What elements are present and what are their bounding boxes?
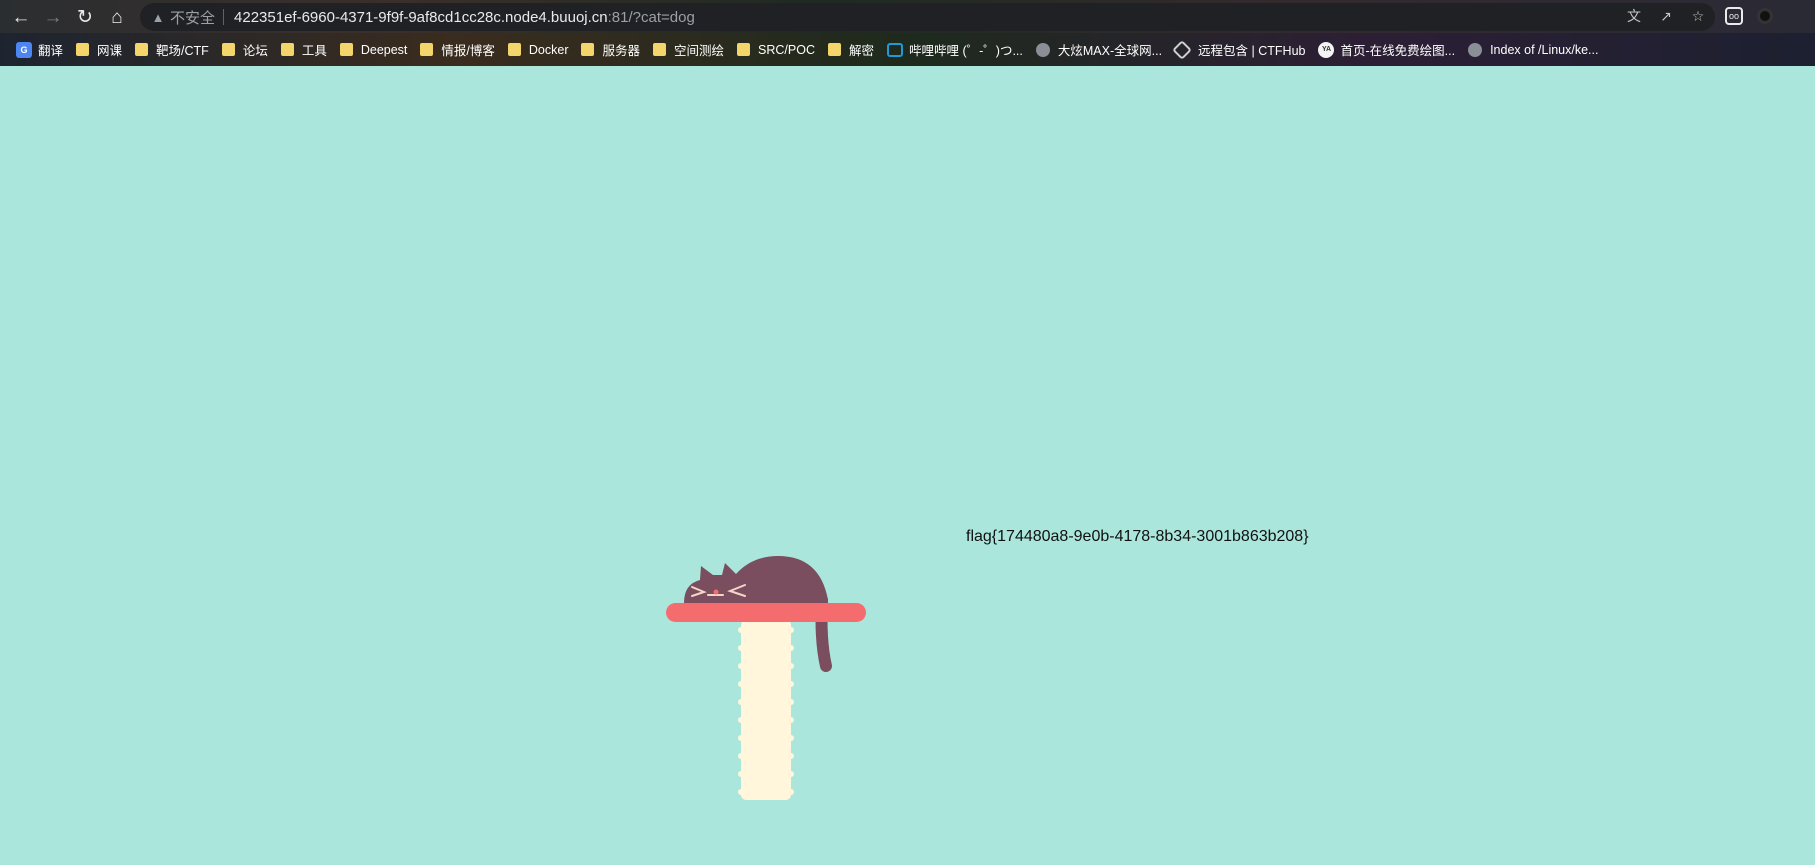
browser-toolbar: ← → ↻ ⌂ ▲ 不安全 422351ef-6960-4371-9f9f-9a…: [0, 0, 1815, 33]
bookmark-linux-index[interactable]: Index of /Linux/ke...: [1464, 38, 1607, 62]
bookmark-label: 空间测绘: [674, 44, 725, 58]
arrow-right-icon: →: [43, 6, 63, 28]
bookmark-label: 论坛: [242, 44, 268, 58]
folder-icon: [280, 43, 294, 56]
cat-body: [684, 556, 828, 604]
bookmark-label: 哔哩哔哩 (゜-゜)つ...: [908, 44, 1023, 58]
bookmark-folder-decrypt[interactable]: 解密: [824, 38, 883, 62]
bookmark-translate[interactable]: G 翻译: [12, 38, 72, 62]
bookmark-label: 情报/博客: [441, 44, 495, 58]
bookmark-ctfhub[interactable]: 远程包含 | CTFHub: [1171, 38, 1314, 62]
cat-nose: [713, 589, 719, 595]
bookmark-label: Index of /Linux/ke...: [1490, 42, 1599, 57]
bookmark-label: 服务器: [602, 44, 640, 58]
bookmark-folder-forum[interactable]: 论坛: [218, 38, 277, 62]
extensions-area: oo: [1725, 5, 1773, 25]
share-icon[interactable]: ↗: [1657, 7, 1675, 25]
bookmark-folder-courses[interactable]: 网课: [72, 38, 131, 62]
warning-icon[interactable]: ▲: [150, 9, 166, 25]
globe-icon: [1468, 42, 1483, 57]
home-icon: ⌂: [111, 6, 123, 28]
home-button[interactable]: ⌂: [105, 5, 129, 29]
bilibili-icon: [886, 42, 903, 57]
bookmark-label: Docker: [528, 42, 569, 57]
bookmark-folder-deepest[interactable]: Deepest: [336, 38, 417, 62]
bookmark-daxuan[interactable]: 大炫MAX-全球网...: [1032, 38, 1171, 62]
bookmark-label: 大炫MAX-全球网...: [1057, 44, 1163, 58]
bookmark-label: 靶场/CTF: [156, 44, 209, 58]
bookmark-folder-tools[interactable]: 工具: [277, 38, 336, 62]
bookmark-label: 工具: [301, 44, 327, 58]
url-host: 422351ef-6960-4371-9f9f-9af8cd1cc28c.nod…: [234, 8, 608, 26]
star-icon[interactable]: ☆: [1689, 7, 1707, 25]
bookmark-label: 翻译: [38, 44, 64, 58]
bookmarks-bar: G 翻译 网课 靶场/CTF 论坛 工具 Deepest 情报/博客 Docker…: [0, 33, 1815, 66]
cat-on-post-illustration: [666, 556, 866, 800]
profile-icon[interactable]: [1757, 8, 1773, 24]
bookmark-folder-mapping[interactable]: 空间测绘: [649, 38, 733, 62]
address-bar[interactable]: ▲ 不安全 422351ef-6960-4371-9f9f-9af8cd1cc2…: [140, 3, 1715, 31]
folder-icon: [135, 43, 149, 56]
flag-text: flag{174480a8-9e0b-4178-8b34-3001b863b20…: [966, 528, 1309, 545]
bookmark-folder-ctf[interactable]: 靶场/CTF: [131, 38, 218, 62]
folder-icon: [420, 43, 434, 56]
bookmark-draw[interactable]: YA 首页-在线免费绘图...: [1314, 38, 1464, 62]
page-content: flag{174480a8-9e0b-4178-8b34-3001b863b20…: [0, 66, 1815, 865]
url-path: :81/?cat=dog: [607, 8, 695, 26]
forward-button[interactable]: →: [41, 5, 65, 29]
ya-icon: YA: [1318, 41, 1335, 58]
folder-icon: [581, 43, 595, 56]
folder-icon: [737, 43, 751, 56]
omnibox-divider: [223, 9, 225, 25]
bookmark-folder-server[interactable]: 服务器: [577, 38, 649, 62]
bookmark-label: 解密: [848, 44, 874, 58]
scratching-post: [741, 620, 791, 800]
security-label[interactable]: 不安全: [170, 7, 215, 28]
translate-icon[interactable]: 文: [1625, 7, 1643, 25]
reload-icon: ↻: [77, 6, 93, 28]
folder-icon: [221, 43, 235, 56]
bookmark-label: 网课: [97, 44, 123, 58]
extension-icon[interactable]: oo: [1725, 7, 1743, 25]
bookmark-folder-intel-blog[interactable]: 情报/博客: [416, 38, 503, 62]
folder-icon: [507, 43, 521, 56]
bookmark-label: 首页-在线免费绘图...: [1340, 44, 1456, 58]
globe-icon: [1035, 42, 1050, 57]
bookmark-folder-docker[interactable]: Docker: [504, 38, 578, 62]
bookmark-bilibili[interactable]: 哔哩哔哩 (゜-゜)つ...: [883, 38, 1032, 62]
bookmark-folder-src-poc[interactable]: SRC/POC: [733, 38, 824, 62]
google-translate-icon: G: [16, 41, 32, 58]
shelf: [666, 603, 866, 622]
bookmark-label: SRC/POC: [758, 42, 815, 57]
folder-icon: [76, 43, 90, 56]
bookmark-label: 远程包含 | CTFHub: [1198, 44, 1306, 58]
reload-button[interactable]: ↻: [73, 5, 97, 29]
folder-icon: [339, 43, 353, 56]
folder-icon: [827, 43, 841, 56]
back-button[interactable]: ←: [9, 5, 33, 29]
ctfhub-icon: [1172, 39, 1192, 60]
arrow-left-icon: ←: [11, 6, 31, 28]
omnibox-actions: 文 ↗ ☆: [1625, 7, 1707, 25]
folder-icon: [653, 43, 666, 56]
bookmark-label: Deepest: [360, 42, 408, 57]
